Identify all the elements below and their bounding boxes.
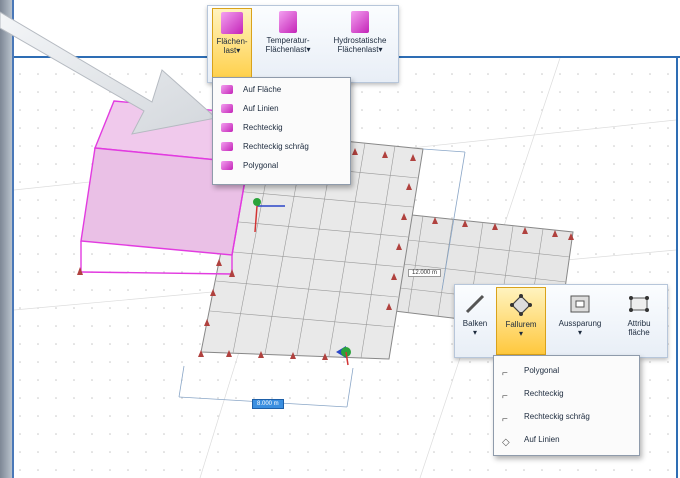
slab-ribbon: Balken ▾ Fallurem ▾ Aussparung ▾ Attribu… — [454, 284, 668, 358]
menu-item-on-lines[interactable]: ◇ Auf Linien — [494, 428, 639, 451]
menu-item-rectangular-skew[interactable]: ⌐ Rechteckig schräg — [494, 405, 639, 428]
opening-button[interactable]: Aussparung ▾ — [547, 287, 613, 353]
load-ribbon: Flächen- last▾ Temperatur- Flächenlast▾ … — [207, 5, 399, 83]
skew-rectangle-icon — [221, 142, 233, 151]
menu-item-rectangular[interactable]: ⌐ Rechteckig — [494, 382, 639, 405]
hydrostatic-load-label: Hydrostatische Flächenlast▾ — [333, 36, 387, 54]
area-icon — [221, 85, 233, 94]
menu-item-rectangular-skew[interactable]: Rechteckig schräg — [213, 137, 350, 156]
temperature-load-button[interactable]: Temperatur- Flächenlast▾ — [256, 8, 320, 78]
menu-item-label: Rechteckig — [524, 389, 564, 398]
slab-shape-menu: ⌐ Polygonal ⌐ Rechteckig ⌐ Rechteckig schrä… — [493, 355, 640, 456]
menu-item-polygonal[interactable]: Polygonal — [213, 156, 350, 175]
polygon-icon — [221, 161, 233, 170]
beam-label: Balken ▾ — [462, 319, 488, 337]
dimension-label-right: 12.000 m — [408, 269, 442, 277]
area-load-button[interactable]: Flächen- last▾ — [212, 8, 252, 80]
menu-item-rectangular[interactable]: Rechteckig — [213, 118, 350, 137]
hydrostatic-load-button[interactable]: Hydrostatische Flächenlast▾ — [326, 8, 394, 78]
pen-icon — [463, 292, 487, 316]
menu-item-label: Auf Linien — [524, 435, 560, 444]
menu-item-label: Rechteckig schräg — [243, 142, 309, 151]
opening-label: Aussparung ▾ — [558, 319, 602, 337]
attribute-area-icon — [627, 292, 651, 316]
attribute-area-button[interactable]: Attribu fläche — [615, 287, 663, 353]
menu-item-label: Polygonal — [524, 366, 560, 375]
temperature-load-icon — [279, 11, 297, 33]
menu-item-label: Auf Linien — [243, 104, 279, 113]
lines-icon — [221, 104, 233, 113]
menu-item-label: Auf Fläche — [243, 85, 282, 94]
area-load-icon — [221, 12, 243, 34]
menu-item-on-lines[interactable]: Auf Linien — [213, 99, 350, 118]
temperature-load-label: Temperatur- Flächenlast▾ — [265, 36, 311, 54]
opening-icon — [568, 292, 592, 316]
hydrostatic-load-icon — [351, 11, 369, 33]
slab-shape-button[interactable]: Fallurem ▾ — [496, 287, 546, 355]
area-load-label: Flächen- last▾ — [216, 37, 248, 55]
menu-item-on-area[interactable]: Auf Fläche — [213, 80, 350, 99]
dimension-label-bottom: 8.000 m — [252, 399, 284, 409]
area-load-menu: Auf Fläche Auf Linien Rechteckig Rechtec… — [212, 77, 351, 185]
lines-draw-icon: ◇ — [502, 437, 510, 448]
menu-item-label: Rechteckig schräg — [524, 412, 590, 421]
menu-item-label: Rechteckig — [243, 123, 283, 132]
beam-button[interactable]: Balken ▾ — [457, 287, 493, 353]
polygon-area-icon — [509, 293, 533, 317]
menu-item-polygonal[interactable]: ⌐ Polygonal — [494, 359, 639, 382]
slab-shape-label: Fallurem ▾ — [505, 320, 537, 338]
rectangle-icon — [221, 123, 233, 132]
menu-item-label: Polygonal — [243, 161, 279, 170]
attribute-area-label: Attribu fläche — [627, 319, 651, 337]
